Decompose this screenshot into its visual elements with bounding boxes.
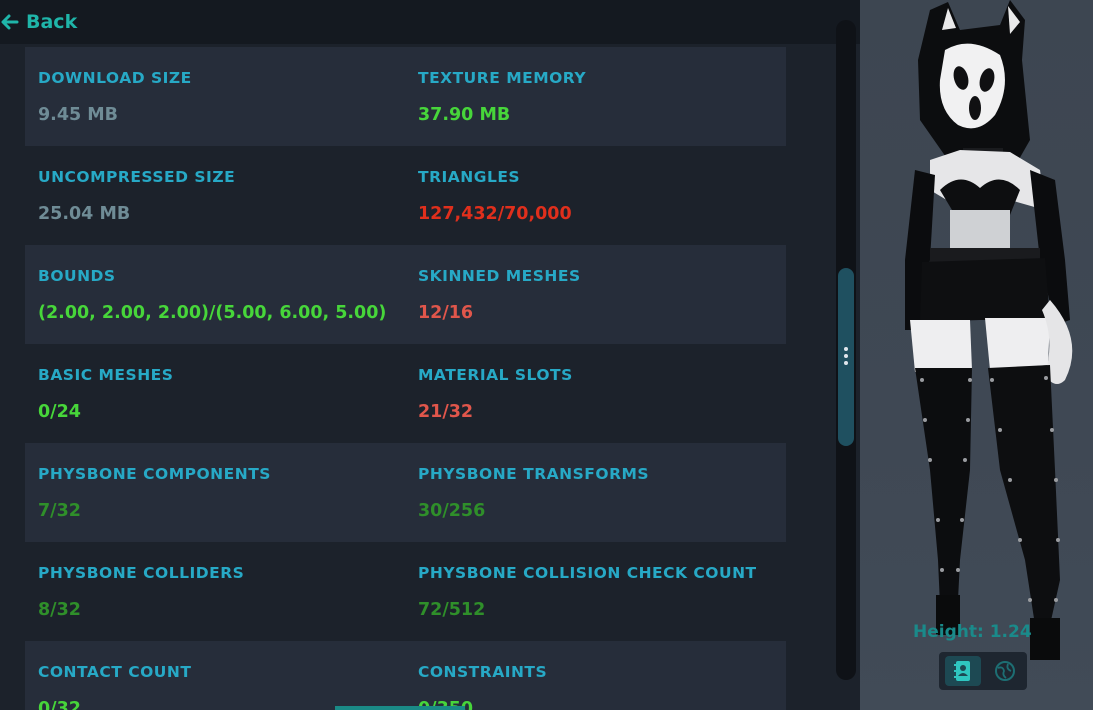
bottom-accent-bar — [335, 706, 465, 710]
stat-value: 12/16 — [418, 303, 474, 323]
avatar-stats-panel: DOWNLOAD SIZE 9.45 MB TEXTURE MEMORY 37.90 … — [0, 44, 860, 710]
stat-label: MATERIAL SLOTS — [418, 366, 573, 384]
stat-label: TEXTURE MEMORY — [418, 69, 587, 87]
stat-label: CONTACT COUNT — [38, 663, 192, 681]
stat-value: (2.00, 2.00, 2.00)/(5.00, 6.00, 5.00) — [38, 303, 387, 323]
back-button[interactable]: Back — [0, 8, 77, 36]
stat-row: CONTACT COUNT 0/32 CONSTRAINTS 0/350 — [25, 641, 786, 710]
globe-button[interactable] — [987, 656, 1023, 686]
stat-value: 127,432/70,000 — [418, 204, 572, 224]
stat-row: BOUNDS (2.00, 2.00, 2.00)/(5.00, 6.00, 5.… — [25, 245, 786, 344]
view-toggle — [939, 652, 1027, 690]
stat-label: PHYSBONE TRANSFORMS — [418, 465, 650, 483]
stat-value: 30/256 — [418, 501, 486, 521]
stat-value: 25.04 MB — [38, 204, 131, 224]
stat-value: 0/24 — [38, 402, 81, 422]
stat-label: DOWNLOAD SIZE — [38, 69, 192, 87]
globe-icon — [995, 661, 1015, 681]
stat-label: PHYSBONE COMPONENTS — [38, 465, 271, 483]
contact-book-button[interactable] — [945, 656, 981, 686]
stat-label: PHYSBONE COLLIDERS — [38, 564, 245, 582]
stat-label: SKINNED MESHES — [418, 267, 581, 285]
stat-value: 0/32 — [38, 699, 81, 710]
stat-row: DOWNLOAD SIZE 9.45 MB TEXTURE MEMORY 37.90 … — [25, 47, 786, 146]
arrow-left-icon — [1, 14, 19, 30]
stat-value: 7/32 — [38, 501, 81, 521]
scrollbar-grip-icon — [843, 347, 849, 367]
contact-book-icon — [954, 661, 970, 681]
stat-label: PHYSBONE COLLISION CHECK COUNT — [418, 564, 757, 582]
back-label: Back — [26, 11, 78, 33]
stat-row: PHYSBONE COMPONENTS 7/32 PHYSBONE TRANSFOR… — [25, 443, 786, 542]
stat-value: 8/32 — [38, 600, 81, 620]
stat-row: UNCOMPRESSED SIZE 25.04 MB TRIANGLES 127,43… — [25, 146, 786, 245]
stat-row: BASIC MESHES 0/24 MATERIAL SLOTS 21/32 — [25, 344, 786, 443]
stat-value: 9.45 MB — [38, 105, 119, 125]
stat-label: UNCOMPRESSED SIZE — [38, 168, 236, 186]
stat-label: TRIANGLES — [418, 168, 521, 186]
avatar-model — [905, 0, 1073, 660]
stat-value: 21/32 — [418, 402, 474, 422]
avatar-height-readout: Height: 1.24 — [913, 622, 1032, 642]
top-bar: Back — [0, 0, 860, 44]
stat-label: BASIC MESHES — [38, 366, 174, 384]
stat-label: CONSTRAINTS — [418, 663, 548, 681]
stat-row: PHYSBONE COLLIDERS 8/32 PHYSBONE COLLISION… — [25, 542, 786, 641]
stat-value: 72/512 — [418, 600, 486, 620]
stat-label: BOUNDS — [38, 267, 116, 285]
stat-value: 37.90 MB — [418, 105, 511, 125]
avatar-preview[interactable]: Height: 1.24 — [860, 0, 1093, 710]
